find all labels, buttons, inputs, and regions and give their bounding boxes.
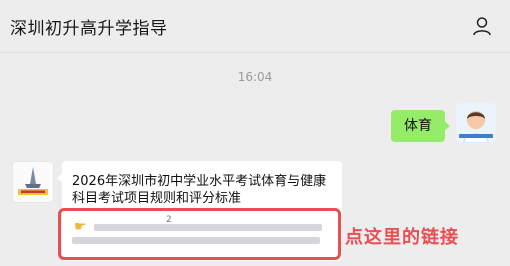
- school-logo-icon: [13, 162, 53, 202]
- outgoing-message-bubble[interactable]: 体育: [391, 110, 450, 142]
- official-account-avatar[interactable]: [12, 161, 54, 203]
- message-text: 2026年深圳市初中学业水平考试体育与健康科目考试项目规则和评分标准: [72, 174, 327, 206]
- user-profile-icon[interactable]: [472, 16, 492, 36]
- cartoon-avatar-icon: [456, 103, 496, 143]
- chat-header: 深圳初升高升学指导: [0, 0, 510, 53]
- my-avatar[interactable]: [456, 103, 496, 143]
- annotation-text: 点这里的链接: [345, 227, 459, 248]
- message-timestamp: 16:04: [237, 70, 273, 84]
- chat-title: 深圳初升高升学指导: [10, 19, 168, 39]
- link-highlight-box: [58, 208, 341, 260]
